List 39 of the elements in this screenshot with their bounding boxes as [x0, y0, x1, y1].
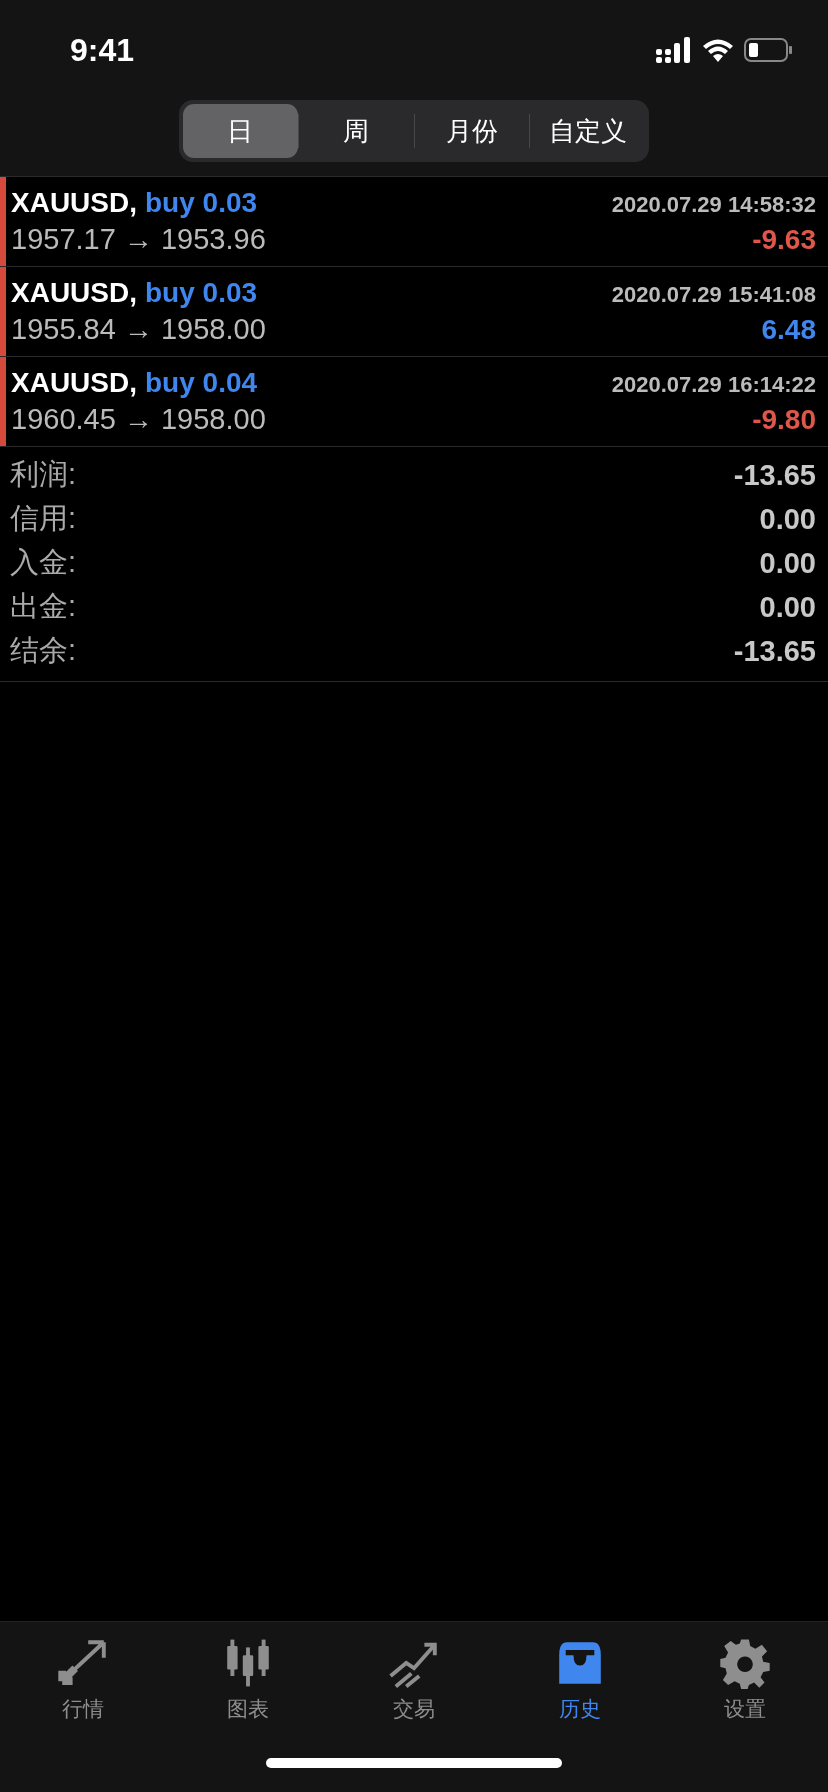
period-tab[interactable]: 月份 — [414, 104, 530, 158]
deal-symbol: XAUUSD, — [11, 367, 137, 398]
tab-bar-item[interactable]: 交易 — [331, 1636, 497, 1724]
summary-value: 0.00 — [759, 590, 816, 624]
battery-icon — [744, 38, 792, 62]
tab-bar-item[interactable]: 行情 — [0, 1636, 166, 1724]
period-tab[interactable]: 周 — [298, 104, 414, 158]
summary-label: 利润: — [10, 457, 77, 492]
summary-value: -13.65 — [733, 458, 816, 492]
deal-side: buy 0.04 — [145, 367, 258, 398]
deal-symbol: XAUUSD, — [11, 187, 137, 218]
status-time: 9:41 — [70, 31, 135, 69]
settings-icon — [719, 1637, 772, 1689]
deal-side: buy 0.03 — [145, 277, 258, 308]
deal-prices: 1960.45 → 1958.00 — [11, 403, 266, 436]
summary-label: 结余: — [10, 633, 77, 668]
deal-time: 2020.07.29 14:58:32 — [611, 192, 816, 218]
period-tab[interactable]: 自定义 — [530, 104, 645, 158]
deal-profit: 6.48 — [761, 314, 816, 346]
signal-icon — [656, 37, 692, 63]
summary-value: 0.00 — [759, 502, 816, 536]
period-tab[interactable]: 日 — [183, 104, 298, 158]
tab-bar-item[interactable]: 历史 — [496, 1636, 663, 1724]
deal-profit: -9.80 — [752, 404, 816, 436]
summary-value: 0.00 — [759, 546, 816, 580]
tab-bar-item[interactable]: 设置 — [662, 1636, 828, 1724]
summary-label: 信用: — [10, 501, 77, 536]
summary-label: 入金: — [10, 545, 77, 580]
summary-value: -13.65 — [733, 634, 816, 668]
deal-prices: 1955.84 → 1958.00 — [11, 313, 266, 346]
deal-symbol: XAUUSD, — [11, 277, 137, 308]
deal-side: buy 0.03 — [145, 187, 258, 218]
deal-prices: 1957.17 → 1953.96 — [11, 223, 266, 256]
deal-time: 2020.07.29 15:41:08 — [611, 282, 816, 308]
summary-label: 出金: — [10, 589, 77, 624]
wifi-icon — [702, 38, 734, 62]
deal-profit: -9.63 — [752, 224, 816, 256]
tab-bar-item[interactable]: 图表 — [165, 1636, 332, 1724]
deal-time: 2020.07.29 16:14:22 — [611, 372, 816, 398]
